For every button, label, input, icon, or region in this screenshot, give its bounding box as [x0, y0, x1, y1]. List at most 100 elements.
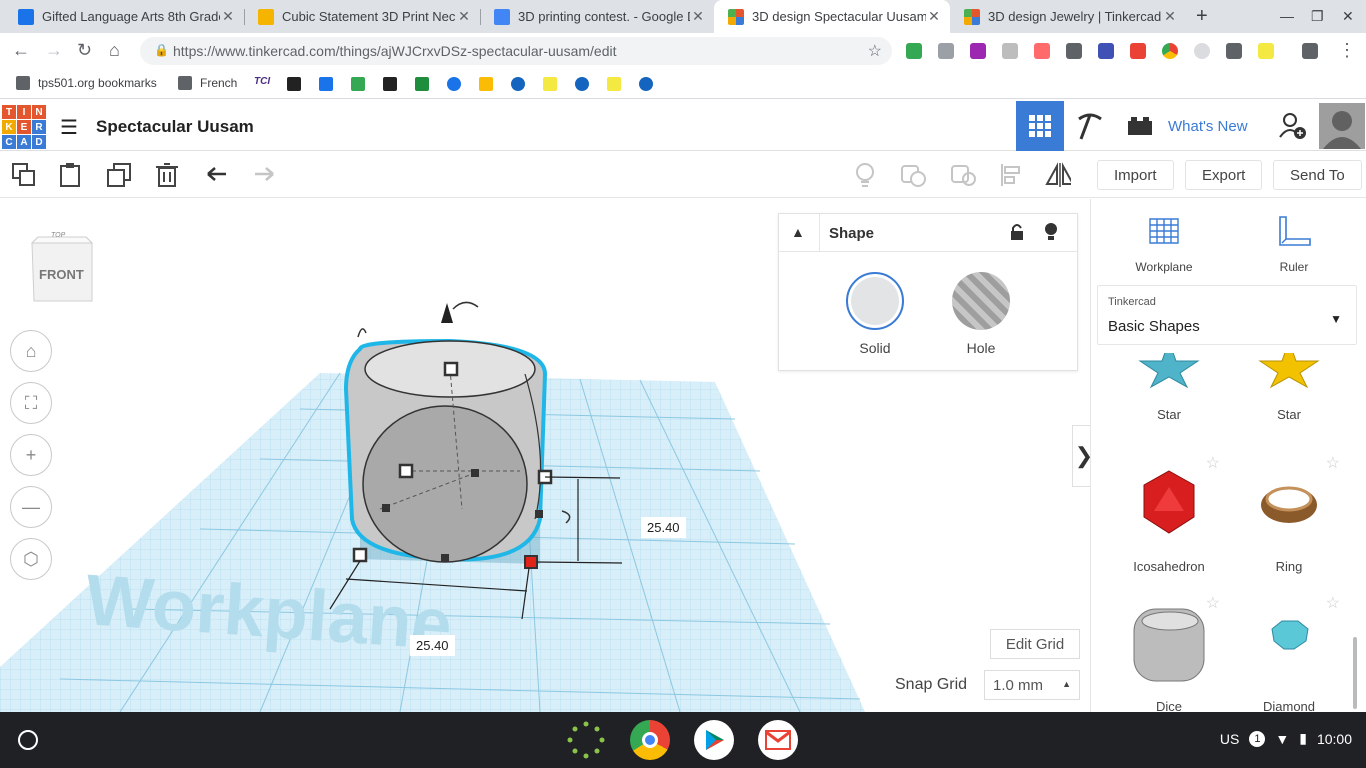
redo-button[interactable]: [251, 162, 277, 188]
edit-grid-button[interactable]: Edit Grid: [990, 629, 1080, 659]
export-button[interactable]: Export: [1185, 160, 1263, 190]
design-name[interactable]: Spectacular Uusam: [96, 117, 254, 137]
home-button[interactable]: ⌂: [109, 40, 120, 61]
solid-swatch[interactable]: [846, 272, 904, 330]
back-button[interactable]: ←: [12, 40, 30, 61]
ungroup-button[interactable]: [950, 162, 976, 188]
favorite-star-icon[interactable]: ☆: [1326, 453, 1340, 473]
extension-icon[interactable]: [1194, 43, 1210, 59]
width-dimension[interactable]: 25.40: [410, 635, 455, 656]
perspective-button[interactable]: ⬡: [10, 538, 52, 580]
lightbulb-icon[interactable]: [1043, 222, 1059, 247]
close-tab-icon[interactable]: ✕: [1162, 8, 1178, 25]
design-list-icon[interactable]: ☰: [60, 115, 78, 140]
tab-3d-design-jewelry[interactable]: 3D design Jewelry | Tinkercad ✕: [950, 0, 1186, 33]
close-tab-icon[interactable]: ✕: [456, 8, 472, 25]
close-tab-icon[interactable]: ✕: [926, 8, 942, 25]
close-tab-icon[interactable]: ✕: [690, 8, 706, 25]
group-button[interactable]: [900, 162, 926, 188]
shape-ring[interactable]: ☆ Ring: [1234, 453, 1344, 574]
resize-handle[interactable]: [398, 463, 414, 479]
blocks-view-button[interactable]: [1066, 101, 1114, 151]
extension-classroom-icon[interactable]: [906, 43, 922, 59]
shape-library-select[interactable]: Tinkercad Basic Shapes ▼: [1097, 285, 1357, 345]
more-menu-icon[interactable]: ⋮: [1338, 40, 1356, 61]
send-to-button[interactable]: Send To: [1273, 160, 1362, 190]
fit-view-button[interactable]: ⛶: [10, 382, 52, 424]
delete-button[interactable]: [154, 162, 180, 188]
chrome-extension-icon[interactable]: [1162, 43, 1178, 59]
shelf-app-spinner[interactable]: [566, 720, 606, 760]
bookmark-icon[interactable]: [351, 77, 365, 91]
bookmark-tci[interactable]: TCI: [254, 76, 270, 87]
workplane-tool[interactable]: Workplane: [1124, 213, 1204, 274]
copy-button[interactable]: [11, 162, 37, 188]
zoom-in-button[interactable]: +: [10, 434, 52, 476]
bookmark-star-icon[interactable]: ☆: [868, 41, 882, 61]
shapes-scrollbar[interactable]: [1353, 637, 1357, 709]
extension-icon[interactable]: [1066, 43, 1082, 59]
align-button[interactable]: [999, 162, 1025, 188]
extension-icon[interactable]: [1258, 43, 1274, 59]
minimize-window-button[interactable]: —: [1280, 8, 1294, 24]
mirror-button[interactable]: [1045, 162, 1071, 188]
shelf-app-gmail[interactable]: [758, 720, 798, 760]
bookmark-icon[interactable]: [319, 77, 333, 91]
shape-diamond[interactable]: ☆ Diamond: [1234, 593, 1344, 712]
bookmark-icon[interactable]: [287, 77, 301, 91]
bookmark-french[interactable]: French: [178, 76, 237, 90]
shape-icosahedron[interactable]: ☆ Icosahedron: [1114, 453, 1224, 574]
snap-grid-select[interactable]: 1.0 mm ▲: [984, 670, 1080, 700]
shelf-app-chrome[interactable]: [630, 720, 670, 760]
bookmark-icon[interactable]: [607, 77, 621, 91]
bookmark-icon[interactable]: [511, 77, 525, 91]
bookmark-tps501[interactable]: tps501.org bookmarks: [16, 76, 157, 90]
resize-handle[interactable]: [443, 361, 459, 377]
close-window-button[interactable]: ✕: [1342, 8, 1354, 25]
3d-workspace[interactable]: Workplane TOP FRONT ⌂ ⛶ + — ⬡ ▲ Shape So…: [0, 199, 1090, 712]
shape-star-blue[interactable]: Star: [1114, 353, 1224, 429]
rotate-arrow-icon[interactable]: [357, 328, 367, 338]
launcher-button[interactable]: [18, 730, 38, 750]
forward-button[interactable]: →: [45, 40, 63, 61]
bookmark-icon[interactable]: [415, 77, 429, 91]
bookmark-icon[interactable]: [575, 77, 589, 91]
favorite-star-icon[interactable]: ☆: [1206, 593, 1220, 613]
bookmark-icon[interactable]: [383, 77, 397, 91]
extension-icon[interactable]: [1130, 43, 1146, 59]
whats-new-link[interactable]: What's New: [1168, 118, 1248, 135]
tab-cubic-statement[interactable]: Cubic Statement 3D Print Neckl ✕: [244, 0, 480, 33]
3d-view-button[interactable]: [1016, 101, 1064, 151]
lock-icon[interactable]: [1009, 223, 1025, 246]
cast-icon[interactable]: [1302, 43, 1318, 59]
extension-icon[interactable]: [1002, 43, 1018, 59]
rotate-arrow-icon[interactable]: [452, 301, 479, 310]
extension-icon[interactable]: [970, 43, 986, 59]
home-view-button[interactable]: ⌂: [10, 330, 52, 372]
favorite-star-icon[interactable]: ☆: [1206, 453, 1220, 473]
shape-star-yellow[interactable]: Star: [1234, 353, 1344, 429]
collapse-panel-icon[interactable]: ▲: [791, 224, 805, 240]
reload-button[interactable]: ↻: [77, 40, 92, 61]
ruler-tool[interactable]: Ruler: [1254, 213, 1334, 274]
tab-3d-printing-contest[interactable]: 3D printing contest. - Google Do ✕: [480, 0, 714, 33]
address-bar[interactable]: 🔒 https://www.tinkercad.com/things/ajWJC…: [140, 37, 892, 65]
import-button[interactable]: Import: [1097, 160, 1174, 190]
bricks-view-button[interactable]: [1116, 101, 1164, 151]
cast-icon[interactable]: [1226, 43, 1242, 59]
resize-handle[interactable]: [352, 547, 368, 563]
corner-handle[interactable]: [524, 555, 538, 569]
paste-button[interactable]: [58, 162, 84, 188]
undo-button[interactable]: [204, 162, 230, 188]
shelf-app-play-store[interactable]: [694, 720, 734, 760]
bookmark-icon[interactable]: [543, 77, 557, 91]
extension-icon[interactable]: [1034, 43, 1050, 59]
bookmark-icon[interactable]: [447, 77, 461, 91]
favorite-star-icon[interactable]: ☆: [1326, 593, 1340, 613]
height-dimension[interactable]: 25.40: [641, 517, 686, 538]
extension-icon[interactable]: [1098, 43, 1114, 59]
maximize-window-button[interactable]: ❐: [1311, 8, 1324, 25]
invite-user-button[interactable]: [1268, 101, 1316, 151]
tinkercad-logo[interactable]: T I N K E R C A D: [2, 105, 46, 149]
new-tab-button[interactable]: +: [1196, 5, 1208, 28]
